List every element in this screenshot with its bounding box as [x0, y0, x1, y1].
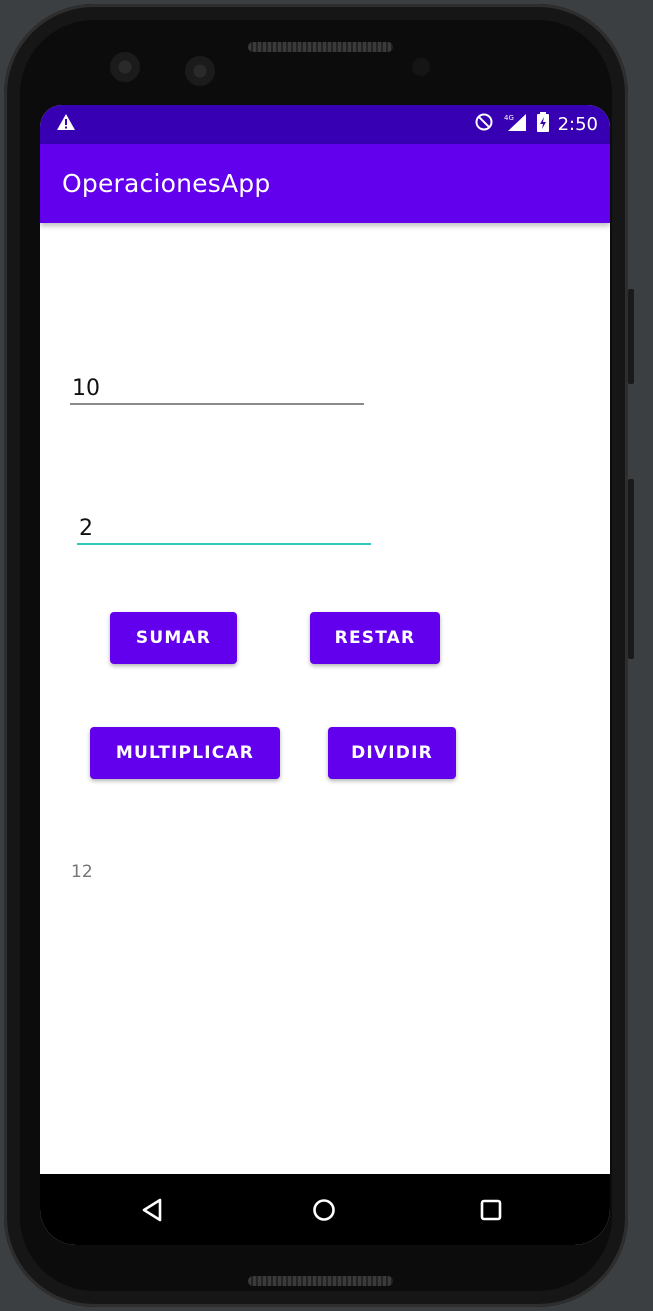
top-speaker-icon	[248, 42, 393, 52]
front-camera-icon	[110, 52, 140, 82]
app-bar: OperacionesApp	[40, 144, 610, 223]
restar-button[interactable]: RESTAR	[310, 612, 440, 664]
power-button	[628, 479, 634, 659]
proximity-sensor-icon	[412, 58, 430, 76]
app-title: OperacionesApp	[62, 169, 271, 198]
warning-icon	[56, 113, 76, 135]
phone-frame: 4G 2:50 OperacionesApp 10 2 SUMAR RESTAR…	[4, 4, 634, 1307]
bottom-speaker-icon	[248, 1276, 393, 1286]
front-camera-icon	[185, 56, 215, 86]
home-icon[interactable]	[307, 1193, 341, 1227]
back-icon[interactable]	[136, 1193, 170, 1227]
recents-icon[interactable]	[474, 1193, 508, 1227]
navigation-bar	[40, 1174, 610, 1245]
battery-charging-icon	[536, 112, 550, 136]
multiplicar-button[interactable]: MULTIPLICAR	[90, 727, 280, 779]
first-number-field[interactable]: 10	[70, 363, 364, 405]
app-screen: 4G 2:50 OperacionesApp 10 2 SUMAR RESTAR…	[40, 105, 610, 1245]
first-number-value[interactable]: 10	[72, 376, 100, 401]
status-time: 2:50	[557, 113, 598, 135]
result-text: 12	[71, 862, 93, 882]
status-bar: 4G 2:50	[40, 105, 610, 144]
sumar-button[interactable]: SUMAR	[110, 612, 237, 664]
signal-4g-icon: 4G	[502, 112, 528, 136]
do-not-disturb-icon	[474, 112, 494, 136]
second-number-field[interactable]: 2	[77, 503, 371, 545]
dividir-button[interactable]: DIVIDIR	[328, 727, 456, 779]
svg-text:4G: 4G	[504, 114, 514, 122]
volume-button	[628, 289, 634, 384]
second-number-value[interactable]: 2	[79, 516, 93, 541]
